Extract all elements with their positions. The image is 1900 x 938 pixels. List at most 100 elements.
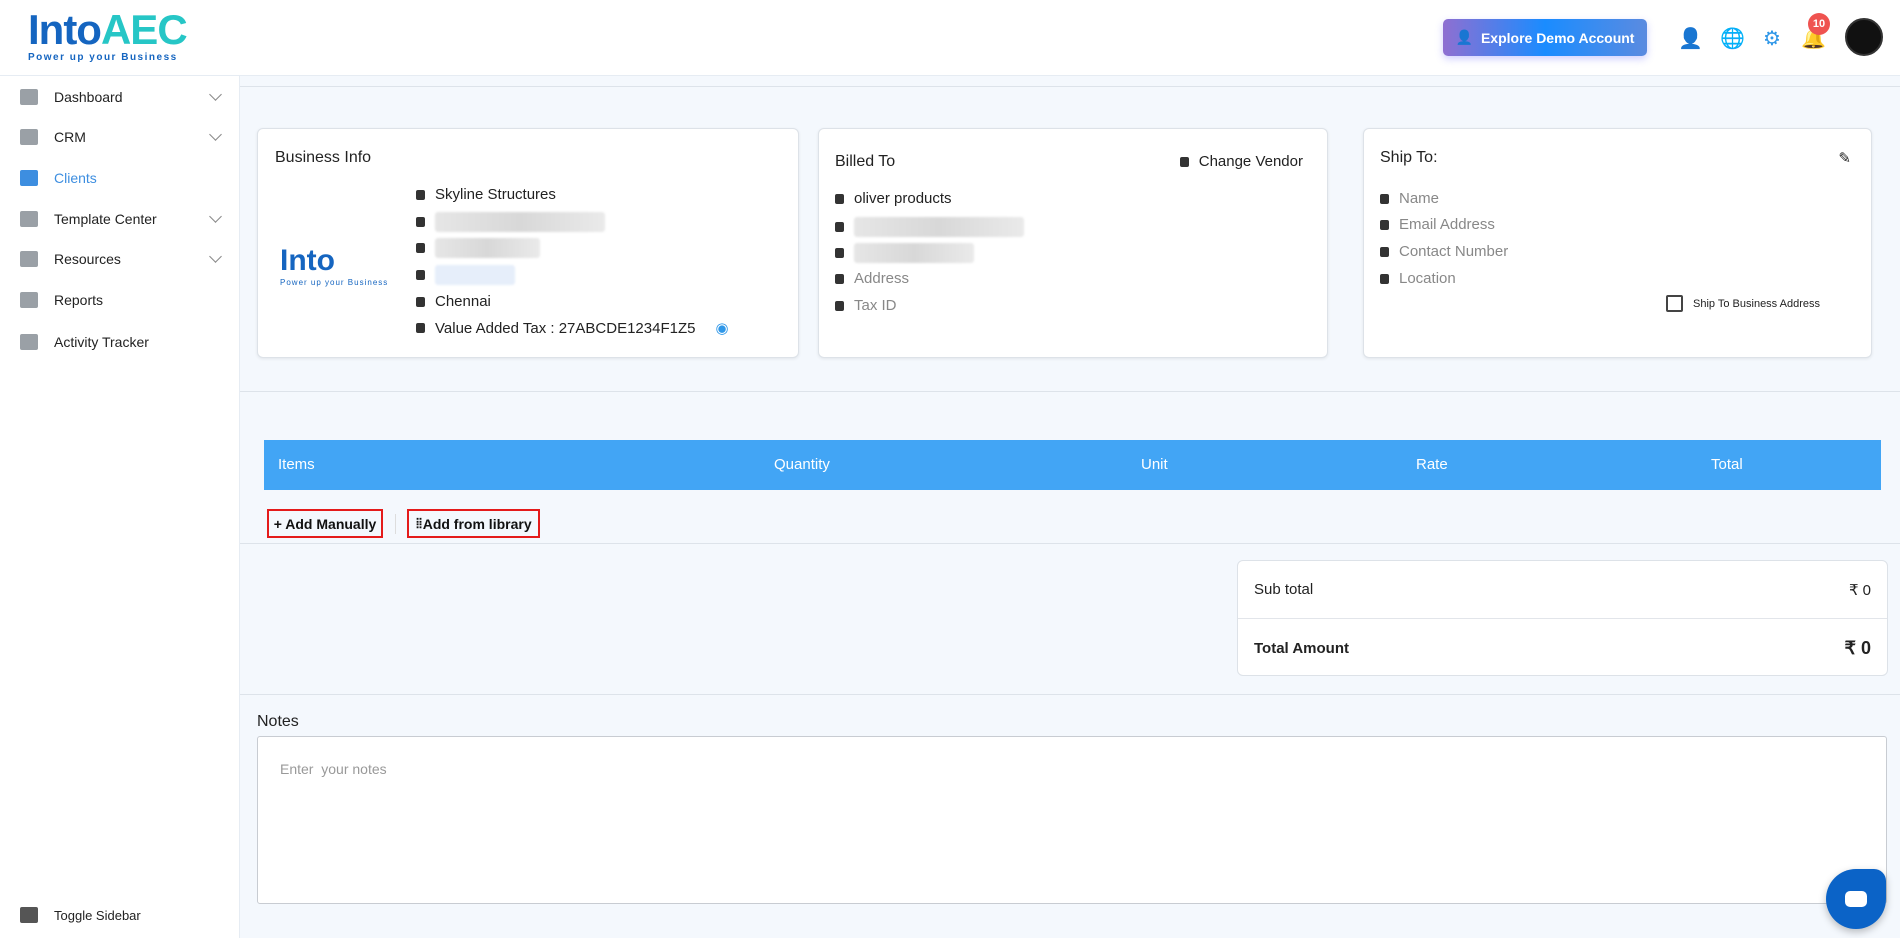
library-icon: ⣿ [415, 518, 423, 529]
subtotal-row: Sub total ₹ 0 [1238, 561, 1887, 619]
email-icon [835, 222, 844, 232]
column-items: Items [278, 456, 315, 473]
location-icon [416, 296, 425, 307]
business-website [416, 265, 515, 285]
dashboard-icon [20, 89, 38, 105]
blurred-phone [435, 238, 540, 258]
user-icon: 👤 [1455, 29, 1473, 45]
template-icon [20, 211, 38, 227]
column-quantity: Quantity [774, 456, 830, 473]
ship-contact: Contact Number [1380, 243, 1508, 260]
add-manually-button[interactable]: + Add Manually [267, 509, 383, 538]
sidebar-item-reports[interactable]: Reports [20, 285, 220, 315]
divider [240, 86, 1900, 87]
phone-icon [835, 248, 844, 258]
sidebar-item-dashboard[interactable]: Dashboard [20, 82, 222, 112]
phone-icon [1380, 246, 1389, 257]
sidebar: Dashboard CRM Clients Template Center Re… [0, 76, 240, 938]
ship-name: Name [1380, 190, 1439, 207]
top-header: IntoAEC Power up your Business 👤 Explore … [0, 0, 1900, 76]
edit-pencil-icon[interactable]: ✎ [1838, 149, 1851, 167]
column-rate: Rate [1416, 456, 1448, 473]
business-city-text: Chennai [435, 293, 491, 310]
totals-card: Sub total ₹ 0 Total Amount ₹ 0 [1237, 560, 1888, 676]
explore-demo-label: Explore Demo Account [1480, 29, 1635, 46]
billed-phone [835, 243, 974, 263]
gear-icon[interactable]: ⚙ [1763, 26, 1781, 51]
email-icon [416, 217, 425, 227]
activity-icon [20, 334, 38, 350]
button-separator [395, 514, 396, 534]
blurred-email [854, 217, 1024, 237]
building-icon [416, 189, 425, 200]
resources-icon [20, 251, 38, 267]
crm-icon [20, 129, 38, 145]
sidebar-item-clients[interactable]: Clients [20, 163, 220, 193]
logo[interactable]: IntoAEC Power up your Business [28, 6, 188, 64]
avatar[interactable] [1845, 18, 1883, 56]
billed-to-card: Billed To Change Vendor oliver products … [818, 128, 1328, 358]
subtotal-label: Sub total [1254, 581, 1314, 598]
billed-address: Address [835, 270, 909, 287]
change-vendor-button[interactable]: Change Vendor [1179, 153, 1303, 170]
chevron-down-icon [209, 250, 222, 263]
globe-icon[interactable]: 🌐 [1720, 26, 1745, 51]
checkbox[interactable] [1666, 295, 1683, 312]
sidebar-item-label: Resources [54, 251, 121, 267]
toggle-sidebar-label: Toggle Sidebar [54, 907, 141, 923]
logo-text: Into [280, 244, 335, 277]
sidebar-toggle-icon [20, 907, 38, 923]
logo-text: Into [28, 6, 102, 53]
chevron-down-icon [209, 210, 222, 223]
change-vendor-label: Change Vendor [1198, 153, 1303, 170]
eye-icon[interactable]: ◉ [715, 319, 728, 337]
sidebar-item-label: Template Center [54, 211, 157, 227]
total-row: Total Amount ₹ 0 [1238, 619, 1887, 677]
divider [240, 694, 1900, 695]
sidebar-item-crm[interactable]: CRM [20, 122, 222, 152]
notes-textarea[interactable] [257, 736, 1887, 904]
add-from-library-label: Add from library [422, 515, 532, 532]
sidebar-item-label: CRM [54, 129, 86, 145]
add-user-icon[interactable]: 👤 [1678, 26, 1703, 51]
location-icon [835, 273, 844, 284]
sidebar-item-label: Activity Tracker [54, 334, 149, 350]
ship-to-business-checkbox[interactable]: Ship To Business Address [1666, 295, 1820, 312]
billed-email [835, 217, 1024, 237]
ship-email-placeholder: Email Address [1399, 216, 1495, 233]
clients-icon [20, 170, 38, 186]
email-icon [1380, 219, 1389, 230]
subtotal-value: ₹ 0 [1848, 581, 1871, 599]
ship-email: Email Address [1380, 216, 1495, 233]
divider [240, 391, 1900, 392]
chat-icon [1845, 891, 1867, 907]
tax-id-placeholder: Tax ID [854, 297, 897, 314]
business-name-text: Skyline Structures [435, 186, 556, 203]
blurred-website [435, 265, 515, 285]
address-placeholder: Address [854, 270, 910, 287]
ship-to-card: Ship To: ✎ Name Email Address Contact Nu… [1363, 128, 1872, 358]
card-title: Ship To: [1380, 149, 1438, 166]
globe-icon [416, 270, 425, 280]
business-phone [416, 238, 540, 258]
billed-name-text: oliver products [854, 190, 952, 207]
sidebar-item-label: Clients [54, 170, 97, 186]
business-name: Skyline Structures [416, 186, 556, 203]
total-label: Total Amount [1254, 639, 1349, 657]
add-from-library-button[interactable]: ⣿ Add from library [407, 509, 540, 538]
business-info-card: Business Info Into Power up your Business… [257, 128, 799, 358]
ship-location-placeholder: Location [1399, 270, 1456, 287]
notes-label: Notes [257, 713, 299, 730]
explore-demo-button[interactable]: 👤 Explore Demo Account [1443, 19, 1647, 56]
sidebar-item-activity-tracker[interactable]: Activity Tracker [20, 327, 220, 357]
chat-button[interactable] [1826, 869, 1886, 929]
blurred-email [435, 212, 605, 232]
sidebar-item-label: Dashboard [54, 89, 123, 105]
logo-tagline: Power up your Business [28, 52, 178, 63]
building-icon [835, 193, 844, 204]
sidebar-item-resources[interactable]: Resources [20, 244, 222, 274]
business-email [416, 212, 605, 232]
reports-icon [20, 292, 38, 308]
toggle-sidebar-button[interactable]: Toggle Sidebar [20, 900, 220, 930]
sidebar-item-template-center[interactable]: Template Center [20, 204, 222, 234]
